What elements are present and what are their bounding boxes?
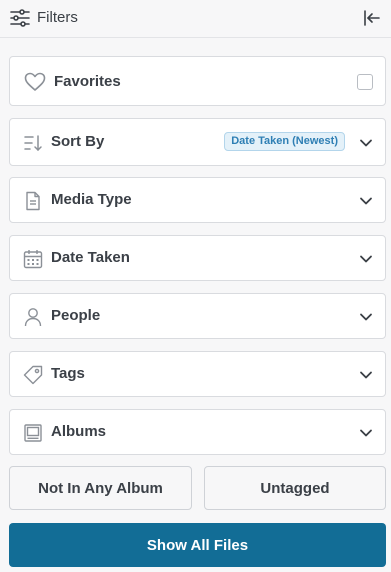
media-type-label: Media Type xyxy=(51,191,132,208)
tags-label: Tags xyxy=(51,365,85,382)
people-label: People xyxy=(51,307,101,324)
favorites-label: Favorites xyxy=(54,73,121,90)
sort-icon xyxy=(23,133,43,153)
chevron-down-icon[interactable] xyxy=(359,136,373,150)
sort-by-label: Sort By xyxy=(51,133,105,150)
favorites-row[interactable]: Favorites xyxy=(9,56,386,106)
tag-icon xyxy=(23,365,43,385)
filters-title: Filters xyxy=(37,9,78,26)
people-section[interactable]: People xyxy=(9,293,386,339)
untagged-button[interactable]: Untagged xyxy=(204,466,386,510)
not-in-any-album-button[interactable]: Not In Any Album xyxy=(9,466,192,510)
calendar-icon xyxy=(23,249,43,269)
document-icon xyxy=(23,191,43,211)
sliders-icon xyxy=(10,9,30,27)
filters-header: Filters xyxy=(0,0,391,38)
album-icon xyxy=(23,423,43,443)
chevron-down-icon[interactable] xyxy=(359,368,373,382)
chevron-down-icon[interactable] xyxy=(359,426,373,440)
chevron-down-icon[interactable] xyxy=(359,194,373,208)
show-all-files-button[interactable]: Show All Files xyxy=(9,523,386,567)
heart-icon xyxy=(24,72,46,92)
tags-section[interactable]: Tags xyxy=(9,351,386,397)
media-type-section[interactable]: Media Type xyxy=(9,177,386,223)
date-taken-section[interactable]: Date Taken xyxy=(9,235,386,281)
favorites-checkbox[interactable] xyxy=(357,74,373,90)
albums-section[interactable]: Albums xyxy=(9,409,386,455)
chevron-down-icon[interactable] xyxy=(359,310,373,324)
sort-by-section[interactable]: Sort By Date Taken (Newest) xyxy=(9,118,386,166)
sort-value-badge: Date Taken (Newest) xyxy=(224,132,345,151)
collapse-left-icon[interactable] xyxy=(363,9,381,27)
albums-label: Albums xyxy=(51,423,107,440)
person-icon xyxy=(23,307,43,327)
chevron-down-icon[interactable] xyxy=(359,252,373,266)
date-taken-label: Date Taken xyxy=(51,249,130,266)
